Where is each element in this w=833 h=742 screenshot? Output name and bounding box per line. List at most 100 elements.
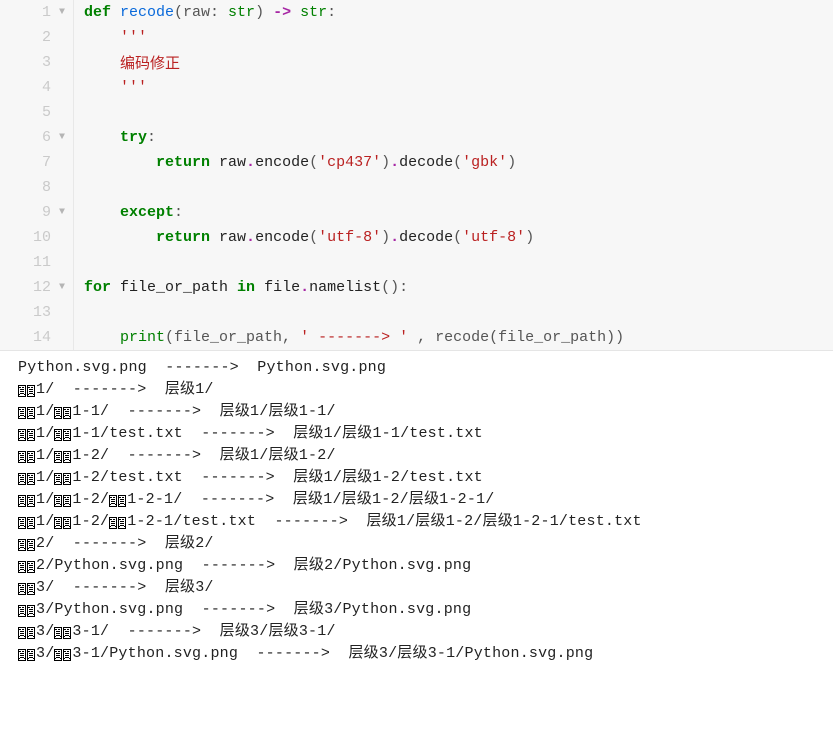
line-number: 6 bbox=[17, 129, 51, 146]
mojibake-glyph bbox=[109, 493, 118, 508]
token-str: ''' bbox=[84, 79, 147, 96]
code-line[interactable]: print(file_or_path, ' -------> ' , recod… bbox=[84, 325, 833, 350]
decoded-text: 层级1/层级1-2/层级1-2-1/ bbox=[293, 491, 495, 508]
gutter-line: 4 bbox=[0, 75, 67, 100]
mojibake-glyph bbox=[18, 625, 27, 640]
mojibake-glyph bbox=[54, 427, 63, 442]
fold-icon bbox=[57, 258, 67, 268]
code-editor[interactable]: 1▼23456▼789▼101112▼1314 def recode(raw: … bbox=[0, 0, 833, 351]
code-line[interactable]: for file_or_path in file.namelist(): bbox=[84, 275, 833, 300]
code-line[interactable]: ''' bbox=[84, 25, 833, 50]
code-line[interactable]: 编码修正 bbox=[84, 50, 833, 75]
line-number: 5 bbox=[17, 104, 51, 121]
gutter-line: 3 bbox=[0, 50, 67, 75]
mojibake-glyph bbox=[27, 537, 36, 552]
code-line[interactable]: return raw.encode('utf-8').decode('utf-8… bbox=[84, 225, 833, 250]
gutter-line: 10 bbox=[0, 225, 67, 250]
code-line[interactable] bbox=[84, 300, 833, 325]
token-str: ''' bbox=[84, 29, 147, 46]
code-line[interactable] bbox=[84, 100, 833, 125]
output-arrow: -------> bbox=[256, 513, 366, 530]
code-line[interactable]: try: bbox=[84, 125, 833, 150]
output-line: 2/Python.svg.png -------> 层级2/Python.svg… bbox=[18, 555, 821, 577]
token-op: . bbox=[246, 154, 255, 171]
token-op: . bbox=[390, 154, 399, 171]
decoded-text: 层级3/层级3-1/ bbox=[220, 623, 336, 640]
output-line: 1/1-1/ -------> 层级1/层级1-1/ bbox=[18, 401, 821, 423]
code-line[interactable] bbox=[84, 175, 833, 200]
decoded-text: 层级2/Python.svg.png bbox=[294, 557, 472, 574]
mojibake-glyph bbox=[27, 625, 36, 640]
mojibake-glyph bbox=[27, 427, 36, 442]
output-arrow: -------> bbox=[238, 645, 348, 662]
mojibake-glyph bbox=[18, 427, 27, 442]
output-arrow: -------> bbox=[183, 557, 293, 574]
line-number: 2 bbox=[17, 29, 51, 46]
decoded-text: 层级1/层级1-2/test.txt bbox=[293, 469, 483, 486]
fold-icon[interactable]: ▼ bbox=[57, 133, 67, 143]
mojibake-glyph bbox=[18, 515, 27, 530]
fold-icon[interactable]: ▼ bbox=[57, 283, 67, 293]
mojibake-glyph bbox=[63, 647, 72, 662]
code-line[interactable] bbox=[84, 250, 833, 275]
gutter-line: 1▼ bbox=[0, 0, 67, 25]
token-op: . bbox=[300, 279, 309, 296]
output-arrow: -------> bbox=[109, 623, 219, 640]
mojibake-glyph bbox=[63, 471, 72, 486]
token-call: namelist bbox=[309, 279, 381, 296]
gutter: 1▼23456▼789▼101112▼1314 bbox=[0, 0, 74, 350]
gutter-line: 9▼ bbox=[0, 200, 67, 225]
line-number: 4 bbox=[17, 79, 51, 96]
token-call: decode bbox=[399, 154, 453, 171]
fold-icon[interactable]: ▼ bbox=[57, 208, 67, 218]
token-punct: ( bbox=[453, 154, 462, 171]
output-arrow: -------> bbox=[183, 601, 293, 618]
token-op: . bbox=[390, 229, 399, 246]
mojibake-glyph bbox=[18, 559, 27, 574]
token-punct: ) bbox=[381, 154, 390, 171]
mojibake-glyph bbox=[109, 515, 118, 530]
mojibake-glyph bbox=[54, 493, 63, 508]
mojibake-glyph bbox=[27, 383, 36, 398]
output-arrow: -------> bbox=[109, 447, 219, 464]
code-line[interactable]: return raw.encode('cp437').decode('gbk') bbox=[84, 150, 833, 175]
token-str: ' -------> ' bbox=[300, 329, 408, 346]
output-line: 1/1-2/test.txt -------> 层级1/层级1-2/test.t… bbox=[18, 467, 821, 489]
token-name: raw bbox=[210, 229, 246, 246]
token-str: 'gbk' bbox=[462, 154, 507, 171]
token-str: 'utf-8' bbox=[318, 229, 381, 246]
token-kw: return bbox=[84, 229, 210, 246]
code-area[interactable]: def recode(raw: str) -> str: ''' 编码修正 ''… bbox=[74, 0, 833, 350]
mojibake-glyph bbox=[27, 647, 36, 662]
mojibake-glyph bbox=[63, 427, 72, 442]
token-builtin: print bbox=[120, 329, 165, 346]
mojibake-glyph bbox=[27, 471, 36, 486]
gutter-line: 11 bbox=[0, 250, 67, 275]
token-kw: return bbox=[84, 154, 210, 171]
token-call: decode bbox=[399, 229, 453, 246]
mojibake-glyph bbox=[54, 449, 63, 464]
gutter-line: 13 bbox=[0, 300, 67, 325]
token-punct: , recode(file_or_path)) bbox=[408, 329, 624, 346]
fold-icon[interactable]: ▼ bbox=[57, 8, 67, 18]
token-str: 'utf-8' bbox=[462, 229, 525, 246]
code-line[interactable]: except: bbox=[84, 200, 833, 225]
gutter-line: 6▼ bbox=[0, 125, 67, 150]
code-line[interactable]: ''' bbox=[84, 75, 833, 100]
decoded-text: 层级3/层级3-1/Python.svg.png bbox=[348, 645, 593, 662]
line-number: 14 bbox=[17, 329, 51, 346]
output-line: 2/ -------> 层级2/ bbox=[18, 533, 821, 555]
code-line[interactable]: def recode(raw: str) -> str: bbox=[84, 0, 833, 25]
mojibake-glyph bbox=[18, 471, 27, 486]
output-arrow: -------> bbox=[54, 535, 164, 552]
mojibake-glyph bbox=[63, 515, 72, 530]
fold-icon bbox=[57, 183, 67, 193]
output-arrow: -------> bbox=[182, 491, 292, 508]
token-punct: ) bbox=[507, 154, 516, 171]
mojibake-glyph bbox=[63, 405, 72, 420]
token-kw: except bbox=[84, 204, 174, 221]
mojibake-glyph bbox=[27, 515, 36, 530]
mojibake-glyph bbox=[18, 449, 27, 464]
token-name: raw bbox=[210, 154, 246, 171]
mojibake-glyph bbox=[118, 515, 127, 530]
